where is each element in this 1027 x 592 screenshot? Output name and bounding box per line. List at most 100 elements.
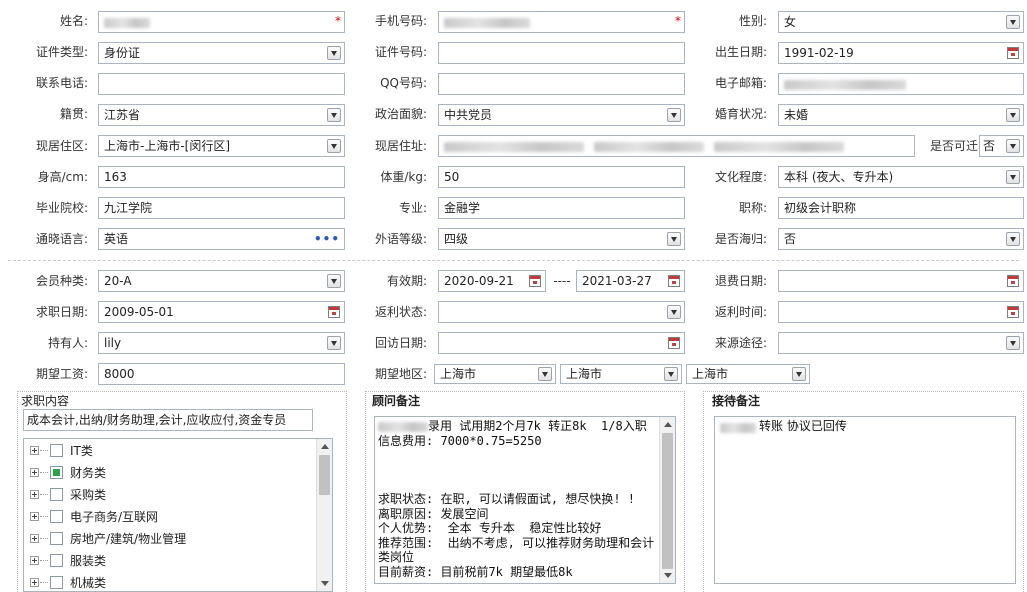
phone-field[interactable] [98, 73, 345, 95]
checkbox[interactable] [50, 444, 63, 457]
chevron-down-icon[interactable] [327, 108, 341, 122]
note-line [378, 448, 654, 463]
source-select[interactable] [778, 332, 1024, 354]
tree-item-label: IT类 [70, 444, 93, 458]
calendar-icon[interactable] [1007, 306, 1019, 318]
chevron-down-icon[interactable] [1006, 336, 1020, 350]
weight-field[interactable]: 50 [438, 166, 685, 188]
chevron-down-icon[interactable] [538, 367, 552, 381]
checkbox[interactable] [50, 554, 63, 567]
chevron-down-icon[interactable] [327, 46, 341, 60]
checkbox[interactable] [50, 576, 63, 589]
calendar-icon[interactable] [1007, 47, 1019, 59]
expand-icon[interactable] [30, 534, 39, 543]
job-seek-date-field[interactable]: 2009-05-01 [98, 301, 345, 323]
name-field[interactable]: * [98, 11, 345, 33]
chevron-down-icon[interactable] [792, 367, 806, 381]
chevron-down-icon[interactable] [667, 305, 681, 319]
expected-salary-field[interactable]: 8000 [98, 363, 345, 385]
expand-icon[interactable] [30, 556, 39, 565]
checkbox[interactable] [50, 510, 63, 523]
marital-select[interactable]: 未婚 [778, 104, 1024, 126]
expand-icon[interactable] [30, 490, 39, 499]
member-type-select[interactable]: 20-A [98, 270, 345, 292]
valid-from-field[interactable]: 2020-09-21 [438, 270, 546, 292]
current-area-select[interactable]: 上海市-上海市-[闵行区] [98, 135, 345, 157]
height-field[interactable]: 163 [98, 166, 345, 188]
expected-district-select[interactable]: 上海市 [686, 364, 810, 384]
chevron-down-icon[interactable] [1006, 232, 1020, 246]
scroll-thumb[interactable] [319, 455, 330, 495]
chevron-down-icon[interactable] [327, 139, 341, 153]
rebate-time-field[interactable] [778, 301, 1024, 323]
chevron-down-icon[interactable] [667, 108, 681, 122]
chevron-down-icon[interactable] [1006, 15, 1020, 29]
chevron-down-icon[interactable] [667, 232, 681, 246]
chevron-down-icon[interactable] [1006, 170, 1020, 184]
title-cert-field[interactable]: 初级会计职称 [778, 197, 1024, 219]
major-field[interactable]: 金融学 [438, 197, 685, 219]
chevron-down-icon[interactable] [664, 367, 678, 381]
languages-field[interactable]: 英语 ••• [98, 228, 345, 250]
tree-scrollbar[interactable] [316, 439, 332, 591]
expand-icon[interactable] [30, 512, 39, 521]
political-select[interactable]: 中共党员 [438, 104, 685, 126]
expand-icon[interactable] [30, 468, 39, 477]
more-icon[interactable]: ••• [314, 229, 340, 249]
calendar-icon[interactable] [668, 337, 680, 349]
note-line: 个人优势: 全本 专升本 稳定性比较好 [378, 521, 602, 536]
holder-select[interactable]: lily [98, 332, 345, 354]
chevron-down-icon[interactable] [1006, 108, 1020, 122]
email-field[interactable] [778, 73, 1024, 95]
chevron-down-icon[interactable] [327, 274, 341, 288]
current-address-field[interactable] [438, 135, 915, 157]
visit-date-field[interactable] [438, 332, 685, 354]
mobile-field[interactable]: * [438, 11, 685, 33]
birth-date-field[interactable]: 1991-02-19 [778, 42, 1024, 64]
job-content-summary[interactable]: 成本会计,出纳/财务助理,会计,应收应付,资金专员 [23, 409, 313, 431]
member-type-label: 会员种类: [35, 274, 88, 288]
valid-to-field[interactable]: 2021-03-27 [576, 270, 685, 292]
calendar-icon[interactable] [328, 306, 340, 318]
school-field[interactable]: 九江学院 [98, 197, 345, 219]
scroll-down-icon[interactable] [321, 581, 329, 586]
scroll-up-icon[interactable] [321, 444, 329, 449]
expand-icon[interactable] [30, 446, 39, 455]
scroll-down-icon[interactable] [664, 573, 672, 578]
chevron-down-icon[interactable] [327, 336, 341, 350]
redacted-mobile [444, 17, 530, 28]
redacted-address [444, 141, 584, 152]
id-type-select[interactable]: 身份证 [98, 42, 345, 64]
qq-field[interactable] [438, 73, 685, 95]
calendar-icon[interactable] [529, 275, 541, 287]
education-select[interactable]: 本科 (夜大、专升本) [778, 166, 1024, 188]
reception-notes-textarea[interactable]: 转账 协议已回传 [714, 416, 1016, 584]
expected-province-select[interactable]: 上海市 [434, 364, 556, 384]
rebate-status-select[interactable] [438, 301, 685, 323]
checkbox[interactable] [50, 532, 63, 545]
calendar-icon[interactable] [668, 275, 680, 287]
tree-connector [40, 472, 48, 473]
expected-city-select[interactable]: 上海市 [560, 364, 682, 384]
job-category-tree[interactable]: IT类 财务类 采购类 电子商务/互联网 房地产/建筑/物业管理 服装类 机械类 [23, 438, 333, 592]
consultant-notes-textarea[interactable]: 录用 试用期2个月7k 转正8k 1/8入职 信息费用: 7000*0.75=52… [374, 416, 676, 584]
chevron-down-icon[interactable] [1006, 139, 1020, 153]
calendar-icon[interactable] [1007, 275, 1019, 287]
checkbox[interactable] [50, 488, 63, 501]
expand-icon[interactable] [30, 578, 39, 587]
relocate-select[interactable]: 否 [979, 135, 1024, 157]
overseas-select[interactable]: 否 [778, 228, 1024, 250]
languages-label: 通晓语言: [35, 232, 88, 246]
scroll-thumb[interactable] [662, 433, 673, 569]
foreign-level-select[interactable]: 四级 [438, 228, 685, 250]
id-number-field[interactable] [438, 42, 685, 64]
scroll-up-icon[interactable] [664, 422, 672, 427]
consultant-notes-panel: 顾问备注 录用 试用期2个月7k 转正8k 1/8入职 信息费用: 7000*0.… [365, 391, 685, 592]
native-place-select[interactable]: 江苏省 [98, 104, 345, 126]
reception-notes-text: 转账 协议已回传 [759, 419, 847, 433]
checkbox[interactable] [50, 466, 63, 479]
tree-connector [40, 538, 48, 539]
refund-date-field[interactable] [778, 270, 1024, 292]
notes-scrollbar[interactable] [659, 417, 675, 583]
gender-select[interactable]: 女 [778, 11, 1024, 33]
